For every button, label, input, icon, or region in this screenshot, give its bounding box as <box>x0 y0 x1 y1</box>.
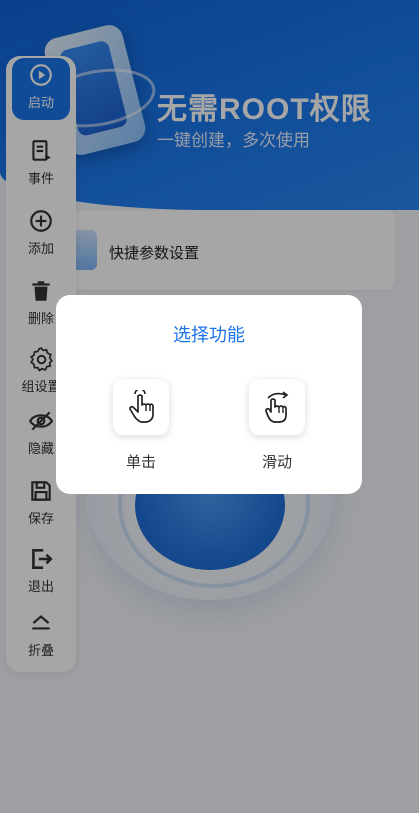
swipe-option-box[interactable] <box>249 379 305 435</box>
option-swipe[interactable]: 滑动 <box>222 379 332 479</box>
option-label: 单击 <box>125 453 156 471</box>
tap-option-box[interactable] <box>113 379 169 435</box>
dialog-title: 选择功能 <box>173 325 245 346</box>
option-label: 滑动 <box>261 453 292 471</box>
select-function-dialog: 选择功能 单击 滑动 <box>56 295 362 494</box>
tap-hand-icon <box>129 390 154 423</box>
swipe-hand-icon <box>265 391 289 423</box>
option-tap[interactable]: 单击 <box>86 379 196 479</box>
